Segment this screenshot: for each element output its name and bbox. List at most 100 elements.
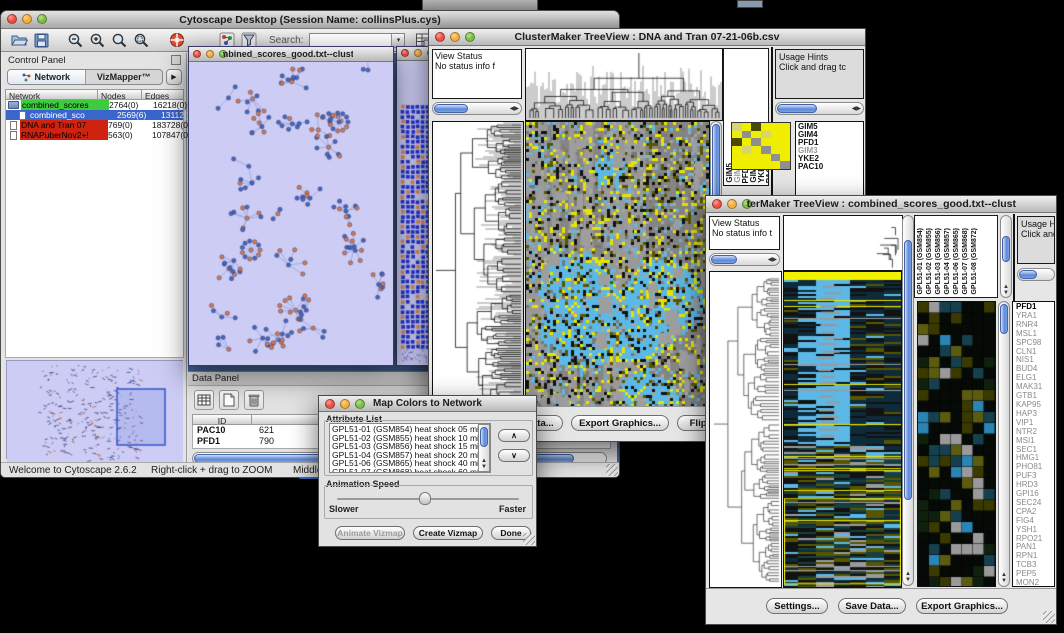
scroll-left-right-icons[interactable]: ◀▶ — [768, 257, 777, 263]
tv1-hints-hscrollbar[interactable]: ◀▶ — [775, 102, 864, 115]
zoom-matrix-cell[interactable] — [742, 161, 752, 169]
tv2-column-label[interactable]: GPL51-08 (GSM872) — [971, 228, 978, 295]
col-header-network[interactable]: Network — [5, 89, 98, 100]
main-resize-grip[interactable] — [606, 464, 618, 476]
tv2-heatmap-vscrollbar[interactable]: ▲▼ — [902, 215, 914, 586]
close-icon[interactable] — [193, 50, 201, 58]
tv2-genes-vscrollbar[interactable]: ▲▼ — [998, 301, 1010, 587]
tv1-row-dendrogram[interactable] — [432, 121, 524, 408]
save-session-icon[interactable] — [31, 30, 51, 50]
tv2-export-graphics-button[interactable]: Export Graphics... — [916, 598, 1008, 614]
tv2-gene-list-panel[interactable]: PFD1YRA1RNR4MSL1SPC98CLN1NIS1BUD4ELG1MAK… — [1012, 301, 1055, 587]
zoom-matrix-cell[interactable] — [742, 131, 752, 139]
zoom-matrix-cell[interactable] — [751, 154, 761, 162]
zoom-matrix-cell[interactable] — [742, 138, 752, 146]
tv2-status-hscroll-thumb[interactable] — [711, 255, 737, 264]
close-icon[interactable] — [401, 49, 409, 57]
tv1-status-hscroll-thumb[interactable] — [434, 104, 468, 113]
close-icon[interactable] — [325, 399, 335, 409]
tv2-status-hscrollbar[interactable]: ◀▶ — [709, 253, 780, 266]
minimize-icon[interactable] — [206, 50, 214, 58]
tv2-save-data-button[interactable]: Save Data... — [838, 598, 906, 614]
zoom-matrix-cell[interactable] — [780, 138, 790, 146]
zoom-matrix-cell[interactable] — [751, 161, 761, 169]
tv2-column-dendrogram[interactable] — [783, 215, 903, 271]
delete-attribute-trash-icon[interactable] — [244, 390, 264, 410]
zoom-matrix-cell[interactable] — [761, 138, 771, 146]
dialog-resize-grip[interactable] — [523, 533, 535, 545]
tv1-status-hscrollbar[interactable]: ◀▶ — [432, 102, 522, 115]
zoom-matrix-cell[interactable] — [732, 154, 742, 162]
open-session-icon[interactable] — [9, 30, 29, 50]
zoom-matrix-cell[interactable] — [780, 161, 790, 169]
zoom-matrix-cell[interactable] — [771, 154, 781, 162]
network-list-row[interactable]: RNAPuberNov2+!563(0)107847(0) — [6, 130, 183, 140]
attribute-list-item[interactable]: GPL51-07 (GSM868) heat shock 60 min — [332, 468, 484, 473]
zoom-matrix-cell[interactable] — [742, 154, 752, 162]
tv2-column-labels-panel[interactable]: GPL51-01 (GSM854)GPL51-02 (GSM855)GPL51-… — [914, 215, 998, 298]
tv2-resize-grip[interactable] — [1043, 611, 1055, 623]
zoom-matrix-cell[interactable] — [761, 154, 771, 162]
network-overview-panel[interactable] — [6, 360, 183, 459]
scroll-up-down-icons[interactable]: ▲▼ — [481, 458, 487, 470]
zoom-matrix-cell[interactable] — [771, 131, 781, 139]
treeview1-title-bar[interactable]: ClusterMaker TreeView : DNA and Tran 07-… — [429, 29, 865, 46]
tv2-column-label[interactable]: GPL51-02 (GSM855) — [926, 228, 933, 295]
tv1-zoom-row-label[interactable]: PAC10 — [798, 163, 823, 171]
zoom-in-icon[interactable] — [87, 30, 107, 50]
close-icon[interactable] — [712, 199, 722, 209]
tv2-column-label[interactable]: GPL51-01 (GSM854) — [917, 228, 924, 295]
tv2-column-label[interactable]: GPL51-04 (GSM857) — [944, 228, 951, 295]
tv1-heatmap-canvas[interactable] — [525, 121, 710, 408]
scroll-up-down-icons[interactable]: ▲▼ — [1001, 572, 1007, 584]
zoom-matrix-cell[interactable] — [771, 123, 781, 131]
tv2-zoom-heatmap-canvas[interactable] — [917, 301, 996, 587]
create-vizmap-button[interactable]: Create Vizmap — [413, 526, 483, 540]
tv2-heatmap-vscroll-thumb[interactable] — [904, 240, 912, 500]
minimize-icon[interactable] — [414, 49, 422, 57]
tv2-row-dendrogram[interactable] — [709, 271, 782, 588]
zoom-matrix-cell[interactable] — [761, 131, 771, 139]
col-header-edges[interactable]: Edges — [142, 89, 184, 100]
dp-col-id[interactable]: ID — [192, 414, 252, 425]
attribute-down-button[interactable]: ∨ — [498, 449, 530, 462]
zoom-matrix-cell[interactable] — [742, 123, 752, 131]
zoom-matrix-cell[interactable] — [761, 161, 771, 169]
speed-slider-thumb[interactable] — [419, 492, 431, 505]
zoom-matrix-cell[interactable] — [751, 146, 761, 154]
zoom-matrix-cell[interactable] — [742, 146, 752, 154]
network1-view-canvas[interactable] — [189, 62, 393, 365]
network-list-row[interactable]: combined_sco2569(6)13112(15) — [6, 110, 183, 120]
tv2-genes-vscroll-thumb[interactable] — [1000, 304, 1008, 334]
col-header-nodes[interactable]: Nodes — [98, 89, 142, 100]
zoom-matrix-cell[interactable] — [761, 146, 771, 154]
scroll-left-right-icons[interactable]: ◀▶ — [852, 106, 861, 112]
tv2-hints-hscroll-thumb[interactable] — [1019, 270, 1037, 279]
tv1-zoom-matrix[interactable] — [731, 122, 791, 170]
tv2-labels-vscrollbar[interactable]: ▲▼ — [1000, 215, 1012, 298]
float-panel-icon[interactable] — [171, 55, 181, 65]
tv2-column-label[interactable]: GPL51-03 (GSM856) — [935, 228, 942, 295]
animate-vizmap-button[interactable]: Animate Vizmap — [335, 526, 405, 540]
attribute-up-button[interactable]: ∧ — [498, 429, 530, 442]
minimize-icon[interactable] — [22, 14, 32, 24]
zoom-matrix-cell[interactable] — [771, 138, 781, 146]
zoom-matrix-cell[interactable] — [732, 123, 742, 131]
tv2-column-label[interactable]: GPL51-06 (GSM865) — [953, 228, 960, 295]
attribute-list-vscrollbar[interactable]: ▲▼ — [478, 424, 490, 472]
zoom-matrix-cell[interactable] — [732, 161, 742, 169]
scroll-up-down-icons[interactable]: ▲▼ — [1003, 284, 1009, 296]
zoom-matrix-cell[interactable] — [751, 123, 761, 131]
zoom-matrix-cell[interactable] — [780, 154, 790, 162]
tv2-column-label[interactable]: GPL51-07 (GSM868) — [962, 228, 969, 295]
close-icon[interactable] — [7, 14, 17, 24]
tab-overflow-button[interactable]: ▶ — [166, 69, 182, 85]
zoom-fit-icon[interactable] — [131, 30, 151, 50]
tab-vizmapper[interactable]: VizMapper™ — [86, 70, 163, 84]
zoom-matrix-cell[interactable] — [780, 131, 790, 139]
zoom-selected-icon[interactable] — [109, 30, 129, 50]
help-lifering-icon[interactable] — [167, 30, 187, 50]
network-list-row[interactable]: DNA and Tran 07769(0)183728(0) — [6, 120, 183, 130]
zoom-matrix-cell[interactable] — [732, 146, 742, 154]
main-title-bar[interactable]: Cytoscape Desktop (Session Name: collins… — [1, 11, 619, 29]
